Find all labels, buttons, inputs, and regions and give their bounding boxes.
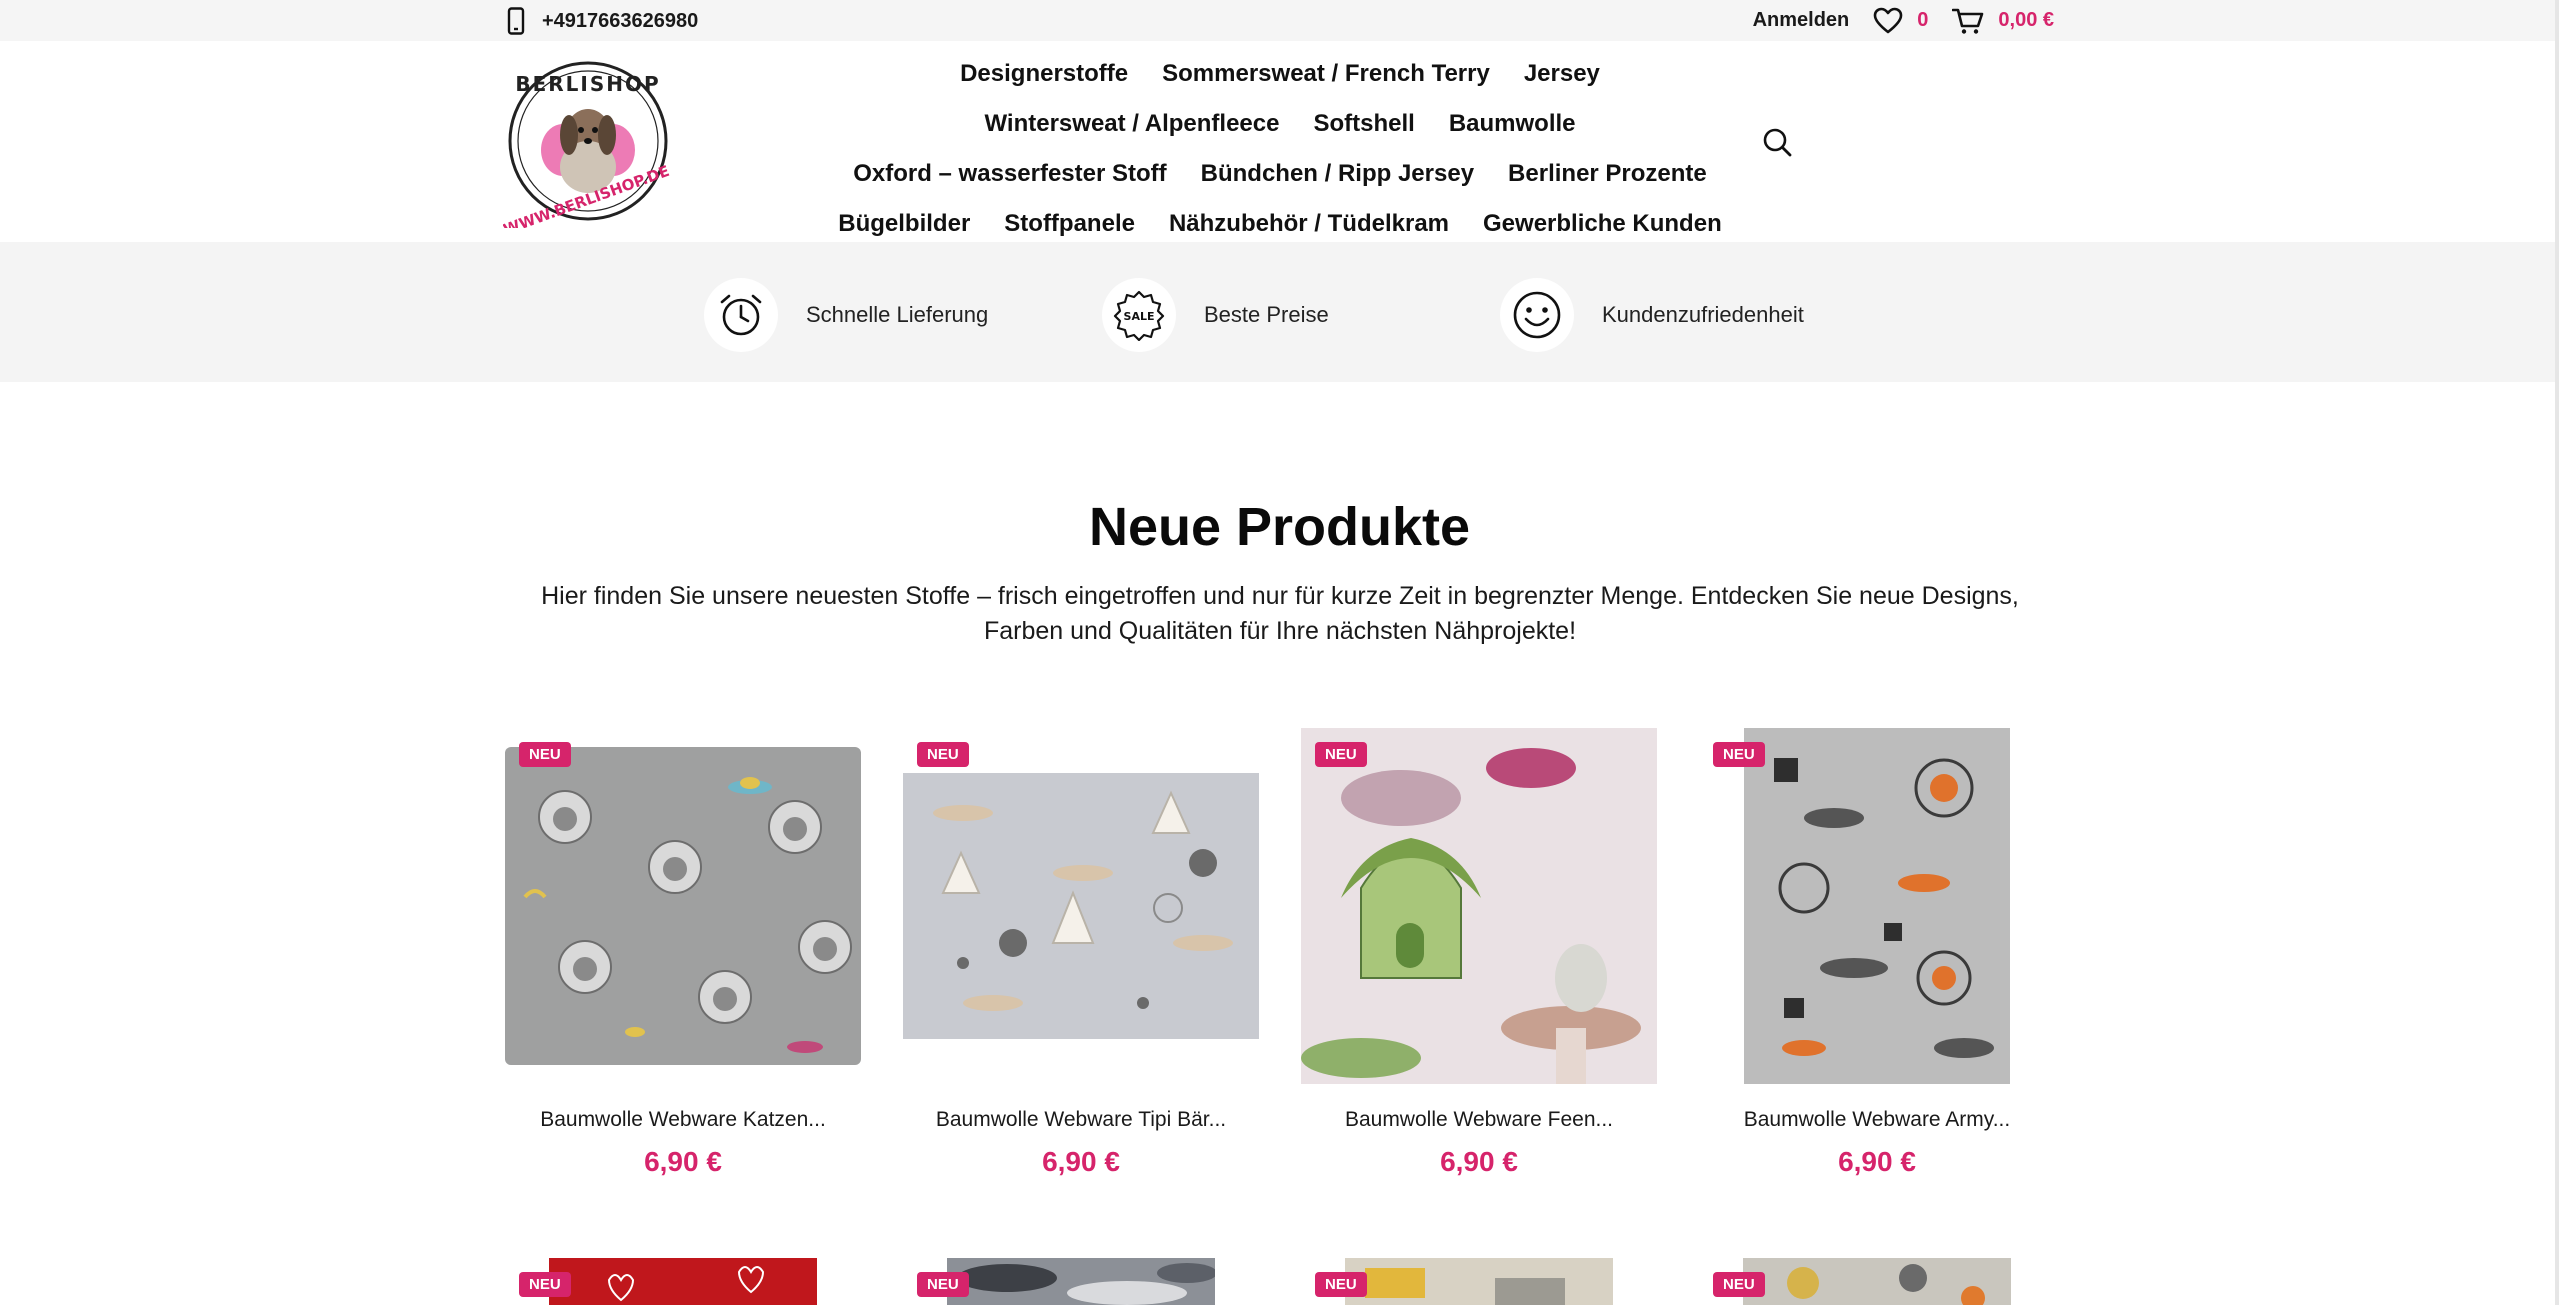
- product-name[interactable]: Baumwolle Webware Army...: [1699, 1108, 2055, 1132]
- main-nav: Designerstoffe Sommersweat / French Terr…: [740, 49, 1820, 249]
- benefit-label: Beste Preise: [1204, 302, 1329, 327]
- svg-text:SALE: SALE: [1124, 310, 1155, 323]
- new-badge: NEU: [1713, 1272, 1765, 1297]
- benefit-icon-circle: [704, 278, 778, 352]
- product-image-box[interactable]: NEU: [1301, 728, 1657, 1084]
- product-image: [947, 1258, 1215, 1305]
- nav-item-buegelbilder[interactable]: Bügelbilder: [838, 210, 970, 238]
- benefit-label: Schnelle Lieferung: [806, 302, 989, 327]
- section-title: Neue Produkte: [1088, 497, 1471, 557]
- cart-total: 0,00 €: [1998, 9, 2054, 31]
- product-card[interactable]: NEU: [1301, 1258, 1657, 1305]
- berlishop-logo: BERLISHOP WWW.BERLISHOP.DE: [501, 61, 672, 239]
- product-card[interactable]: NEU Baumwolle Webware Feen... 6,90 €: [1301, 728, 1657, 1177]
- nav-item-gewerbliche-kunden[interactable]: Gewerbliche Kunden: [1483, 210, 1722, 238]
- product-name[interactable]: Baumwolle Webware Feen...: [1301, 1108, 1657, 1132]
- new-badge: NEU: [917, 742, 969, 767]
- phone-number: +4917663626980: [542, 9, 699, 32]
- phone-link[interactable]: +4917663626980: [506, 7, 698, 35]
- product-image-box[interactable]: NEU: [505, 728, 861, 1084]
- cart-icon: [1952, 8, 1984, 34]
- product-card[interactable]: NEU: [505, 1258, 861, 1305]
- wishlist-button[interactable]: 0: [1873, 7, 1928, 35]
- product-image: [903, 773, 1259, 1039]
- nav-item-wintersweat[interactable]: Wintersweat / Alpenfleece: [984, 110, 1279, 138]
- alarm-clock-icon: [720, 294, 762, 336]
- smiley-icon: [1513, 291, 1561, 339]
- phone-icon: [507, 7, 525, 35]
- new-badge: NEU: [519, 1272, 571, 1297]
- product-price: 6,90 €: [1838, 1146, 1916, 1177]
- nav-item-oxford[interactable]: Oxford – wasserfester Stoff: [853, 160, 1166, 188]
- nav-item-softshell[interactable]: Softshell: [1313, 110, 1414, 138]
- product-name[interactable]: Baumwolle Webware Katzen...: [505, 1108, 861, 1132]
- benefit-satisfaction: Kundenzufriedenheit: [1500, 278, 1804, 352]
- product-price: 6,90 €: [1042, 1146, 1120, 1177]
- product-image: [1345, 1258, 1613, 1305]
- product-card[interactable]: NEU Baumwolle Webware Katzen... 6,90 €: [505, 728, 861, 1177]
- product-image: [1743, 1258, 2011, 1305]
- cart-button[interactable]: 0,00 €: [1952, 7, 2054, 35]
- section-description: Hier finden Sie unsere neuesten Stoffe –…: [541, 582, 2019, 645]
- benefits-strip: Schnelle Lieferung SALE Beste Preise Kun…: [0, 242, 2559, 382]
- product-image: [505, 747, 861, 1065]
- top-bar: +4917663626980 Anmelden 0 0,00 €: [0, 0, 2559, 41]
- nav-item-berliner-prozente[interactable]: Berliner Prozente: [1508, 160, 1707, 188]
- benefit-label: Kundenzufriedenheit: [1602, 302, 1804, 327]
- benefit-icon-circle: [1500, 278, 1574, 352]
- header: BERLISHOP WWW.BERLISHOP.DE Designerstoff…: [0, 41, 2559, 242]
- page-scrollbar[interactable]: [2555, 0, 2559, 1305]
- nav-item-jersey[interactable]: Jersey: [1524, 60, 1600, 88]
- benefit-icon-circle: SALE: [1102, 278, 1176, 352]
- product-price: 6,90 €: [1440, 1146, 1518, 1177]
- new-badge: NEU: [1315, 742, 1367, 767]
- nav-item-baumwolle[interactable]: Baumwolle: [1449, 110, 1576, 138]
- product-card[interactable]: NEU Baumwolle Webware Army... 6,90 €: [1699, 728, 2055, 1177]
- product-price: 6,90 €: [644, 1146, 722, 1177]
- product-image-box[interactable]: NEU: [1699, 728, 2055, 1084]
- benefit-best-prices: SALE Beste Preise: [1102, 278, 1329, 352]
- nav-item-buendchen[interactable]: Bündchen / Ripp Jersey: [1201, 160, 1474, 188]
- product-image: [1744, 728, 2010, 1084]
- product-image: [1301, 728, 1657, 1084]
- new-badge: NEU: [1315, 1272, 1367, 1297]
- product-image-box[interactable]: NEU: [903, 728, 1259, 1084]
- nav-item-naehzubehoer[interactable]: Nähzubehör / Tüdelkram: [1169, 210, 1449, 238]
- logo[interactable]: BERLISHOP WWW.BERLISHOP.DE: [501, 55, 673, 239]
- product-name[interactable]: Baumwolle Webware Tipi Bär...: [903, 1108, 1259, 1132]
- product-card[interactable]: NEU: [1699, 1258, 2055, 1305]
- nav-item-designerstoffe[interactable]: Designerstoffe: [960, 60, 1128, 88]
- product-image: [549, 1258, 817, 1305]
- product-card[interactable]: NEU: [903, 1258, 1259, 1305]
- nav-item-sommersweat[interactable]: Sommersweat / French Terry: [1162, 60, 1490, 88]
- heart-icon: [1873, 7, 1903, 33]
- new-badge: NEU: [519, 742, 571, 767]
- search-icon[interactable]: [1762, 127, 1792, 157]
- sale-badge-icon: SALE: [1113, 290, 1165, 341]
- new-badge: NEU: [1713, 742, 1765, 767]
- wishlist-count: 0: [1917, 9, 1929, 31]
- login-link[interactable]: Anmelden: [1753, 9, 1850, 32]
- nav-item-stoffpanele[interactable]: Stoffpanele: [1004, 210, 1135, 238]
- new-badge: NEU: [917, 1272, 969, 1297]
- product-card[interactable]: NEU Baumwolle Webware Tipi Bär... 6,90 €: [903, 728, 1259, 1177]
- benefit-fast-delivery: Schnelle Lieferung: [704, 278, 988, 352]
- svg-text:BERLISHOP: BERLISHOP: [515, 72, 660, 96]
